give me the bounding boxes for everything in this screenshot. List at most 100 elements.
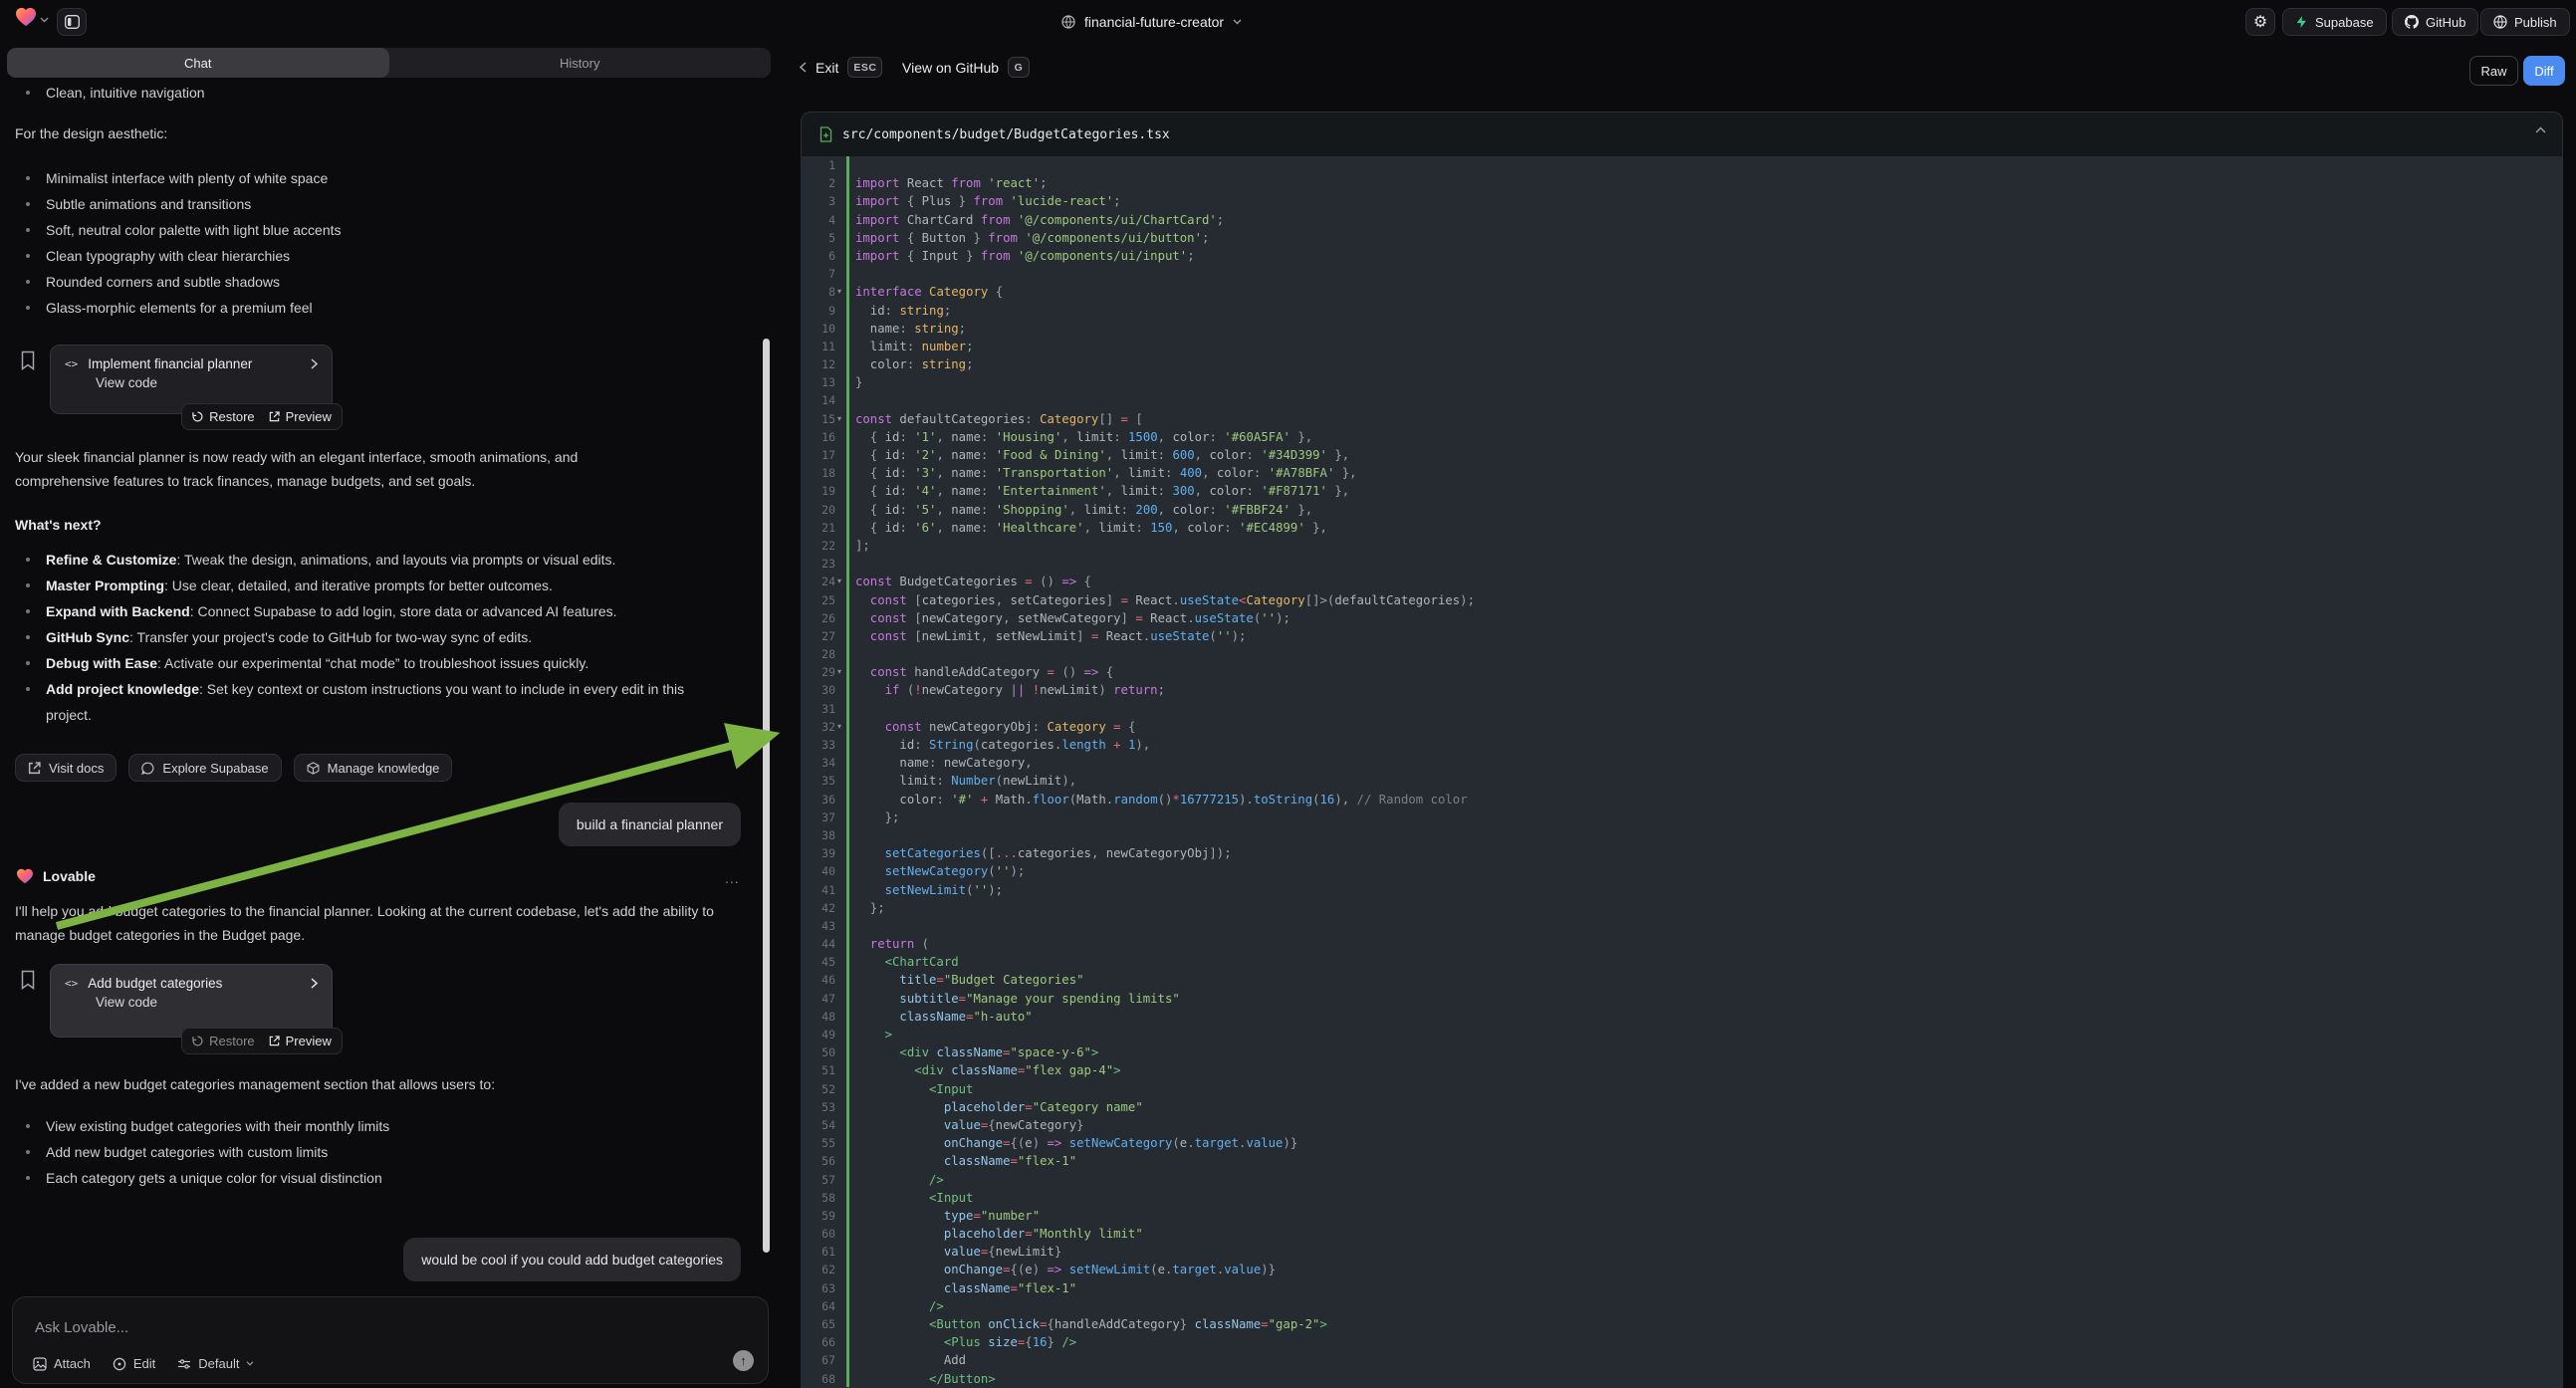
bookmark-icon[interactable] — [20, 970, 36, 990]
code-line: 15▾const defaultCategories: Category[] =… — [802, 410, 2562, 428]
bookmark-icon[interactable] — [20, 350, 36, 370]
preview-button[interactable]: Preview — [269, 409, 332, 424]
chat-scrollbar-thumb[interactable] — [763, 339, 770, 1253]
explore-supabase-button[interactable]: Explore Supabase — [128, 754, 281, 782]
tab-chat[interactable]: Chat — [7, 48, 389, 78]
exit-button[interactable]: Exit ESC — [800, 57, 882, 78]
image-icon — [33, 1357, 47, 1371]
line-number: 51 — [802, 1061, 835, 1079]
view-code-link[interactable]: View code — [51, 373, 332, 402]
line-number: 15 — [802, 410, 835, 428]
file-path-bar[interactable]: src/components/budget/BudgetCategories.t… — [802, 113, 2562, 156]
code-line: 61 value={newLimit} — [802, 1243, 2562, 1261]
line-number: 59 — [802, 1207, 835, 1225]
view-code-link[interactable]: View code — [51, 993, 332, 1022]
chat-input-box[interactable]: Ask Lovable... Attach Edit — [12, 1296, 769, 1384]
code-line: 59 type="number" — [802, 1207, 2562, 1225]
code-line: 33 id: String(categories.length + 1), — [802, 736, 2562, 754]
design-aesthetic-heading: For the design aesthetic: — [15, 121, 167, 145]
line-number: 1 — [802, 156, 835, 174]
code-line: 24▾const BudgetCategories = () => { — [802, 573, 2562, 590]
list-item: Debug with Ease: Activate our experiment… — [15, 650, 717, 676]
visit-docs-button[interactable]: Visit docs — [15, 754, 117, 782]
message-menu-button[interactable]: ... — [725, 870, 740, 886]
publish-button[interactable]: Publish — [2480, 8, 2570, 36]
fold-toggle-icon[interactable]: ▾ — [837, 663, 841, 681]
code-line: 28 — [802, 645, 2562, 663]
line-number: 60 — [802, 1225, 835, 1243]
gear-icon: ⚙ — [2253, 12, 2267, 32]
fold-toggle-icon[interactable]: ▾ — [837, 718, 841, 736]
line-number: 38 — [802, 826, 835, 844]
code-line: 45 <ChartCard — [802, 953, 2562, 971]
lovable-logo-icon[interactable] — [15, 7, 37, 27]
view-on-github-button[interactable]: View on GitHub G — [902, 57, 1030, 78]
code-line: 29▾ const handleAddCategory = () => { — [802, 663, 2562, 681]
code-line: 2import React from 'react'; — [802, 174, 2562, 192]
code-line: 7 — [802, 265, 2562, 283]
project-switcher[interactable]: financial-future-creator — [1061, 8, 1242, 36]
tab-history[interactable]: History — [389, 48, 772, 78]
line-number: 28 — [802, 645, 835, 663]
raw-toggle-button[interactable]: Raw — [2469, 56, 2518, 86]
line-number: 12 — [802, 355, 835, 373]
line-number: 36 — [802, 791, 835, 809]
code-line: 16 { id: '1', name: 'Housing', limit: 15… — [802, 428, 2562, 446]
line-number: 23 — [802, 555, 835, 573]
code-line: 10 name: string; — [802, 320, 2562, 338]
code-line: 57 /> — [802, 1171, 2562, 1189]
code-line: 25 const [categories, setCategories] = R… — [802, 591, 2562, 609]
publish-label: Publish — [2514, 15, 2557, 30]
preview-button[interactable]: Preview — [269, 1034, 332, 1048]
mode-selector[interactable]: Default — [177, 1356, 254, 1371]
supabase-button[interactable]: Supabase — [2282, 8, 2387, 36]
code-line: 9 id: string; — [802, 302, 2562, 320]
edit-button[interactable]: Edit — [113, 1356, 155, 1371]
restore-button[interactable]: Restore — [192, 1034, 255, 1048]
esc-kbd-badge: ESC — [847, 57, 882, 78]
code-line: 37 }; — [802, 809, 2562, 826]
code-card-add-budget-categories[interactable]: <> Add budget categories View code — [50, 964, 333, 1038]
line-number: 7 — [802, 265, 835, 283]
line-number: 13 — [802, 373, 835, 391]
code-line: 51 <div className="flex gap-4"> — [802, 1061, 2562, 1079]
line-number: 5 — [802, 229, 835, 247]
fold-toggle-icon[interactable]: ▾ — [837, 410, 841, 428]
code-line: 22]; — [802, 537, 2562, 555]
fold-toggle-icon[interactable]: ▾ — [837, 573, 841, 590]
line-number: 54 — [802, 1116, 835, 1134]
chevron-right-icon — [311, 978, 318, 989]
added-bullet-list: View existing budget categories with the… — [15, 1113, 712, 1191]
code-line: 18 { id: '3', name: 'Transportation', li… — [802, 464, 2562, 482]
list-item: Rounded corners and subtle shadows — [15, 269, 732, 295]
line-number: 43 — [802, 917, 835, 935]
line-number: 25 — [802, 591, 835, 609]
send-button[interactable]: ↑ — [733, 1350, 754, 1371]
github-button[interactable]: GitHub — [2392, 8, 2478, 36]
g-kbd-badge: G — [1008, 57, 1030, 78]
diff-toggle-button[interactable]: Diff — [2523, 56, 2565, 86]
code-line: 40 setNewCategory(''); — [802, 862, 2562, 880]
external-link-icon — [269, 411, 280, 422]
code-line: 62 onChange={(e) => setNewLimit(e.target… — [802, 1261, 2562, 1278]
restore-button[interactable]: Restore — [192, 409, 255, 424]
fold-toggle-icon[interactable]: ▾ — [837, 283, 841, 301]
code-line: 46 title="Budget Categories" — [802, 971, 2562, 989]
code-line: 50 <div className="space-y-6"> — [802, 1043, 2562, 1061]
line-number: 64 — [802, 1297, 835, 1315]
collapse-chevron-up-icon[interactable] — [2535, 126, 2546, 133]
line-number: 11 — [802, 338, 835, 355]
code-line: 23 — [802, 555, 2562, 573]
code-line: 8▾interface Category { — [802, 283, 2562, 301]
supabase-label: Supabase — [2315, 15, 2374, 30]
settings-gear-button[interactable]: ⚙ — [2245, 8, 2275, 36]
sidebar-toggle-button[interactable] — [57, 8, 87, 36]
manage-knowledge-button[interactable]: Manage knowledge — [294, 754, 453, 782]
code-icon: <> — [65, 357, 78, 370]
attach-button[interactable]: Attach — [33, 1356, 91, 1371]
github-label: GitHub — [2426, 15, 2465, 30]
brand-chevron-down-icon[interactable] — [40, 17, 49, 23]
code-line: 67 Add — [802, 1351, 2562, 1369]
view-on-github-label: View on GitHub — [902, 60, 999, 76]
line-number: 33 — [802, 736, 835, 754]
